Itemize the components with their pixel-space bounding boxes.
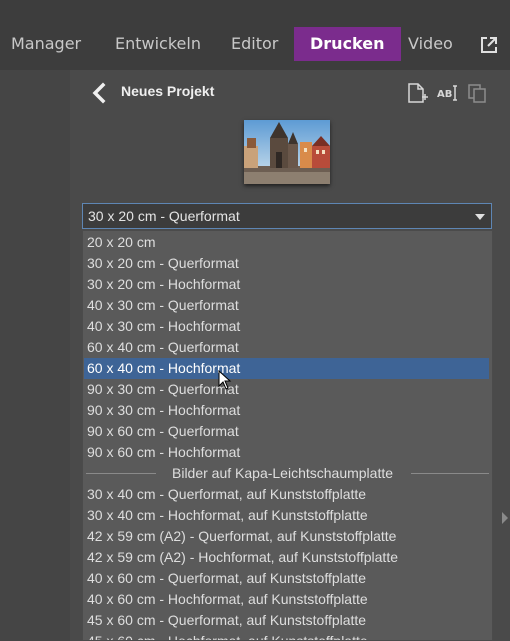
dropdown-option[interactable]: 30 x 20 cm - Querformat xyxy=(84,253,489,274)
panel-header: Neues Projekt AB xyxy=(70,70,510,116)
duplicate-icon[interactable] xyxy=(466,82,488,104)
text-format-icon[interactable]: AB xyxy=(436,82,458,104)
tab-editor[interactable]: Editor xyxy=(231,27,278,61)
dropdown-option[interactable]: 45 x 60 cm - Querformat, auf Kunststoffp… xyxy=(84,610,489,631)
chevron-down-icon[interactable] xyxy=(475,214,485,220)
dropdown-option[interactable]: 40 x 60 cm - Hochformat, auf Kunststoffp… xyxy=(84,589,489,610)
tab-drucken[interactable]: Drucken xyxy=(294,27,401,61)
dropdown-option[interactable]: 90 x 60 cm - Querformat xyxy=(84,421,489,442)
dropdown-option[interactable]: 90 x 30 cm - Hochformat xyxy=(84,400,489,421)
left-sidebar xyxy=(0,70,70,641)
svg-text:AB: AB xyxy=(437,89,452,100)
project-thumbnail xyxy=(244,120,330,184)
tab-manager[interactable]: Manager xyxy=(11,27,81,61)
dropdown-option[interactable]: 40 x 60 cm - Querformat, auf Kunststoffp… xyxy=(84,568,489,589)
dropdown-option[interactable]: 42 x 59 cm (A2) - Querformat, auf Kunsts… xyxy=(84,526,489,547)
divider xyxy=(86,473,156,474)
top-navigation-bar: Manager Entwickeln Editor Drucken Video xyxy=(0,0,510,71)
dropdown-group-separator: Bilder auf Kapa-Leichtschaumplatte xyxy=(83,463,492,484)
print-panel: Neues Projekt AB 30 x 20 cm - Querformat… xyxy=(70,70,510,641)
dropdown-option-highlighted[interactable]: 60 x 40 cm - Hochformat xyxy=(84,358,489,379)
format-select[interactable]: 30 x 20 cm - Querformat xyxy=(82,203,492,229)
dropdown-option[interactable]: 40 x 30 cm - Hochformat xyxy=(84,316,489,337)
open-external-icon[interactable] xyxy=(480,36,498,54)
dropdown-option[interactable]: 30 x 20 cm - Hochformat xyxy=(84,274,489,295)
divider xyxy=(411,473,489,474)
dropdown-option[interactable]: 60 x 40 cm - Querformat xyxy=(84,337,489,358)
tab-entwickeln[interactable]: Entwickeln xyxy=(115,27,201,61)
dropdown-option[interactable]: 40 x 30 cm - Querformat xyxy=(84,295,489,316)
dropdown-option[interactable]: 30 x 40 cm - Querformat, auf Kunststoffp… xyxy=(84,484,489,505)
new-page-icon[interactable] xyxy=(406,82,428,104)
dropdown-group-label: Bilder auf Kapa-Leichtschaumplatte xyxy=(172,465,394,481)
dropdown-option[interactable]: 30 x 40 cm - Hochformat, auf Kunststoffp… xyxy=(84,505,489,526)
dropdown-option[interactable]: 90 x 60 cm - Hochformat xyxy=(84,442,489,463)
mouse-cursor-icon xyxy=(218,370,232,390)
back-arrow-icon[interactable] xyxy=(90,82,108,104)
panel-title: Neues Projekt xyxy=(121,83,215,99)
dropdown-option[interactable]: 20 x 20 cm xyxy=(84,232,489,253)
format-dropdown-list: 20 x 20 cm 30 x 20 cm - Querformat 30 x … xyxy=(82,230,493,641)
tab-video[interactable]: Video xyxy=(408,27,453,61)
panel-expand-handle-icon[interactable] xyxy=(502,512,508,524)
format-select-value: 30 x 20 cm - Querformat xyxy=(88,208,240,224)
dropdown-option[interactable]: 45 x 60 cm - Hochformat, auf Kunststoffp… xyxy=(84,631,489,640)
dropdown-option[interactable]: 42 x 59 cm (A2) - Hochformat, auf Kunsts… xyxy=(84,547,489,568)
dropdown-option[interactable]: 90 x 30 cm - Querformat xyxy=(84,379,489,400)
